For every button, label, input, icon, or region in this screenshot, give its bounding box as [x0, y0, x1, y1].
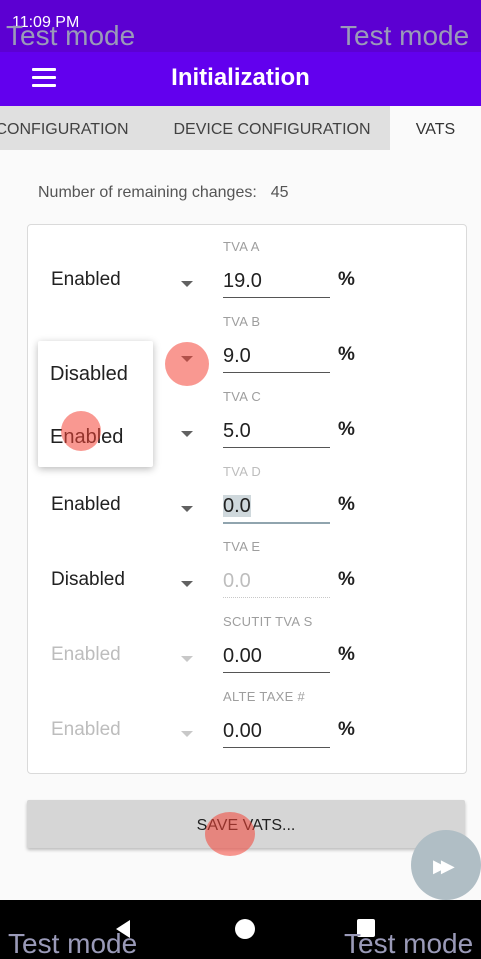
vat-value-input[interactable]: 0.00: [223, 640, 330, 673]
tab-device-configuration[interactable]: DEVICE CONFIGURATION: [156, 106, 388, 150]
remaining-label: Number of remaining changes:: [38, 184, 257, 201]
vat-value-input[interactable]: 0.0: [223, 490, 330, 524]
remaining-changes: Number of remaining changes: 45: [38, 184, 289, 202]
home-icon[interactable]: [235, 919, 255, 939]
touch-indicator: [165, 342, 209, 386]
watermark-top-left: Test mode: [6, 20, 136, 51]
field-label: TVA C: [223, 389, 262, 404]
app-toolbar: Initialization: [0, 52, 481, 106]
percent-unit: %: [338, 494, 355, 515]
watermark-bottom-left: Test mode: [8, 928, 138, 959]
touch-indicator: [61, 411, 101, 451]
percent-unit: %: [338, 419, 355, 440]
vat-row-alte-taxe: ALTE TAXE # Enabled 0.00 %: [28, 675, 466, 751]
dropdown-option-disabled[interactable]: Disabled: [50, 363, 128, 386]
status-select[interactable]: Enabled: [51, 269, 121, 291]
field-label: SCUTIT TVA S: [223, 614, 313, 629]
percent-unit: %: [338, 344, 355, 365]
percent-unit: %: [338, 569, 355, 590]
vat-value-input[interactable]: 19.0: [223, 265, 330, 298]
percent-unit: %: [338, 719, 355, 740]
tab-configuration[interactable]: CONFIGURATION: [0, 106, 142, 150]
field-label: ALTE TAXE #: [223, 689, 306, 704]
touch-indicator: [205, 812, 255, 856]
chevron-down-icon[interactable]: [181, 731, 193, 737]
tab-bar: CONFIGURATION DEVICE CONFIGURATION VATS: [0, 106, 481, 150]
vats-card: TVA A Enabled 19.0 % TVA B 9.0 % TVA C 5…: [27, 224, 467, 774]
watermark-top-right: Test mode: [340, 20, 470, 51]
tab-vats[interactable]: VATS: [390, 106, 481, 150]
chevron-down-icon[interactable]: [181, 281, 193, 287]
percent-unit: %: [338, 269, 355, 290]
status-dropdown-menu: Disabled Enabled: [38, 341, 153, 467]
field-label: TVA A: [223, 239, 260, 254]
field-label: TVA E: [223, 539, 261, 554]
chevron-down-icon[interactable]: [181, 656, 193, 662]
vat-value-input[interactable]: 0.00: [223, 715, 330, 748]
vat-value-input[interactable]: 0.0: [223, 565, 330, 598]
percent-unit: %: [338, 644, 355, 665]
field-label: TVA D: [223, 464, 262, 479]
vat-row-tva-e: TVA E Disabled 0.0 %: [28, 525, 466, 601]
vat-value-input[interactable]: 9.0: [223, 340, 330, 373]
chevron-down-icon[interactable]: [181, 506, 193, 512]
chevron-down-icon[interactable]: [181, 431, 193, 437]
vat-value-input[interactable]: 5.0: [223, 415, 330, 448]
chevron-down-icon[interactable]: [181, 581, 193, 587]
status-select[interactable]: Disabled: [51, 569, 125, 591]
status-select[interactable]: Enabled: [51, 494, 121, 516]
field-label: TVA B: [223, 314, 261, 329]
remaining-count: 45: [270, 184, 289, 201]
fast-forward-button[interactable]: ▶▶: [411, 830, 481, 900]
fast-forward-icon: ▶▶: [433, 856, 455, 876]
status-select[interactable]: Enabled: [51, 644, 121, 666]
watermark-bottom-right: Test mode: [344, 928, 474, 959]
vat-row-scutit-tva-s: SCUTIT TVA S Enabled 0.00 %: [28, 600, 466, 676]
page-title: Initialization: [171, 64, 310, 91]
status-select[interactable]: Enabled: [51, 719, 121, 741]
vat-row-tva-a: TVA A Enabled 19.0 %: [28, 225, 466, 301]
